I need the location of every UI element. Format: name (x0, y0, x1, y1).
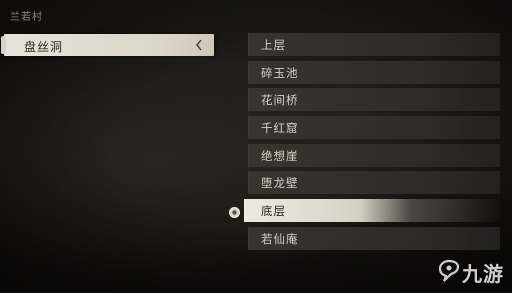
location-item-qianhongku[interactable]: 千红窟 (248, 116, 500, 140)
area-item-pansidong[interactable]: 盘丝洞 (1, 34, 214, 56)
location-label: 底层 (261, 204, 286, 219)
region-title: 兰若村 (10, 12, 43, 23)
location-label: 堕龙壁 (261, 176, 299, 191)
location-label: 碎玉池 (261, 65, 299, 80)
location-label: 若仙庵 (261, 231, 299, 246)
watermark: 九游 (438, 258, 504, 287)
location-label: 千红窟 (261, 121, 299, 136)
location-list: 上层 碎玉池 花间桥 千红窟 绝想崖 堕龙壁 底层 若仙庵 (229, 33, 500, 255)
location-item-suiyuchi[interactable]: 碎玉池 (248, 60, 500, 84)
location-label: 绝想崖 (261, 148, 299, 163)
selection-cursor-icon (228, 204, 241, 219)
location-label: 上层 (261, 38, 286, 52)
jiuyou-logo-icon (438, 259, 460, 286)
location-item-huajianqiao[interactable]: 花间桥 (248, 88, 500, 112)
area-item-label: 盘丝洞 (24, 40, 64, 54)
location-item-duolongbi[interactable]: 堕龙壁 (248, 171, 500, 195)
location-item-juexiangya[interactable]: 绝想崖 (248, 143, 500, 167)
location-label: 花间桥 (261, 93, 299, 108)
location-item-ruoxianan[interactable]: 若仙庵 (248, 226, 500, 250)
location-item-diceng-selected[interactable]: 底层 (229, 199, 500, 223)
chevron-left-icon[interactable] (194, 38, 204, 52)
location-item-shangceng[interactable]: 上层 (248, 33, 500, 56)
watermark-text: 九游 (462, 262, 504, 286)
